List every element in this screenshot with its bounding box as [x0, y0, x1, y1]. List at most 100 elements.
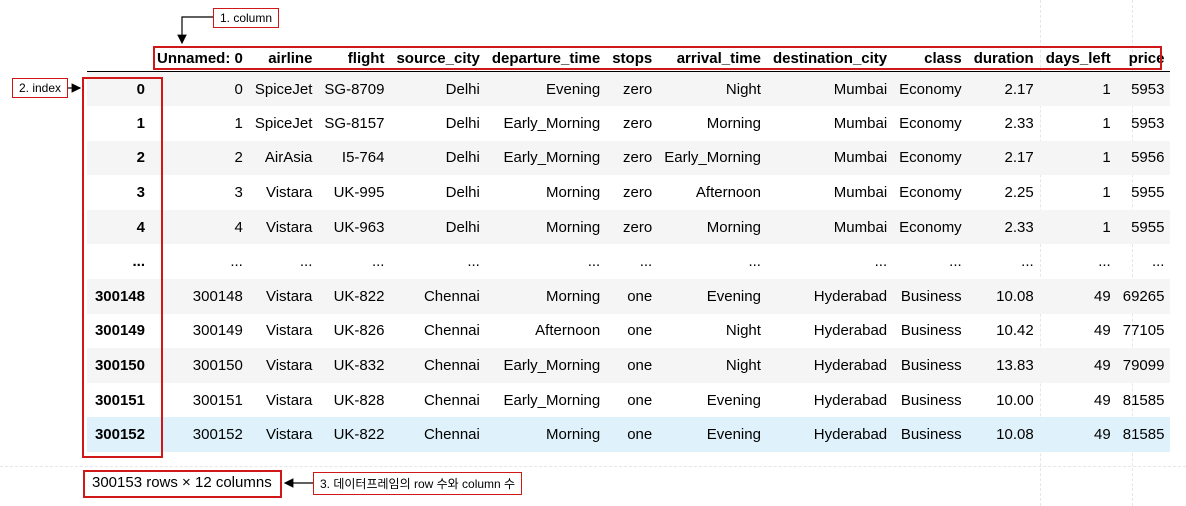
table-cell: Business	[900, 287, 962, 305]
table-cell: Chennai	[423, 287, 480, 305]
table-cell: AirAsia	[264, 149, 313, 167]
table-cell: 1	[1102, 149, 1111, 167]
table-cell: zero	[623, 184, 653, 202]
table-cell: Vistara	[265, 287, 313, 305]
table-cell: Chennai	[423, 391, 480, 409]
shape-annotation: 3. 데이터프레임의 row 수와 column 수	[313, 472, 523, 495]
table-cell: ...	[639, 253, 653, 271]
table-cell: Vistara	[265, 391, 313, 409]
table-cell: Economy	[899, 114, 962, 132]
table-cell: Morning	[546, 287, 601, 305]
table-cell: ...	[748, 253, 761, 271]
table-row: 3 3 Vistara UK-995 Delhi Morning zero Afternoon…	[87, 175, 1170, 210]
column-header: flight	[347, 49, 385, 67]
table-row: 300152 300152 Vistara UK-822 Chennai Morning o…	[87, 417, 1171, 453]
table-cell: 5953	[1131, 80, 1165, 98]
table-cell: UK-822	[333, 287, 385, 305]
table-cell: Evening	[706, 426, 761, 444]
table-cell: ...	[587, 253, 601, 271]
row-index: 3	[136, 184, 145, 202]
table-cell: 5956	[1131, 149, 1165, 167]
table-cell: 2.33	[1004, 114, 1034, 132]
table-cell: Afternoon	[695, 184, 761, 202]
table-cell: 81585	[1122, 426, 1165, 444]
table-cell: zero	[623, 218, 653, 236]
table-cell: Vistara	[265, 184, 313, 202]
table-cell: Afternoon	[535, 322, 601, 340]
table-cell: Early_Morning	[503, 149, 601, 167]
column-header: duration	[973, 49, 1034, 67]
table-cell: ...	[949, 253, 962, 271]
table-cell: Hyderabad	[813, 322, 888, 340]
table-cell: Delhi	[445, 114, 480, 132]
table-cell: Hyderabad	[813, 357, 888, 375]
table-cell: Mumbai	[833, 114, 888, 132]
table-cell: Morning	[546, 184, 601, 202]
table-cell: 1	[1102, 114, 1111, 132]
column-arrow	[177, 16, 213, 45]
table-cell: 49	[1094, 426, 1111, 444]
column-header: departure_time	[491, 49, 601, 67]
table-cell: Morning	[546, 426, 601, 444]
table-cell: 79099	[1122, 357, 1165, 375]
table-cell: Early_Morning	[503, 391, 601, 409]
table-cell: Economy	[899, 184, 962, 202]
table-cell: ...	[230, 253, 243, 271]
table-cell: 1	[1102, 184, 1111, 202]
table-cell: Economy	[899, 80, 962, 98]
table-cell: UK-963	[333, 218, 385, 236]
table-cell: UK-826	[333, 322, 385, 340]
row-index: 300149	[94, 322, 145, 340]
table-cell: one	[627, 426, 653, 444]
column-header: price	[1128, 49, 1165, 67]
table-cell: UK-995	[333, 184, 385, 202]
table-cell: ...	[299, 253, 313, 271]
table-cell: ...	[874, 253, 888, 271]
index-header	[87, 45, 151, 72]
shape-summary: 300153 rows × 12 columns	[92, 474, 272, 491]
table-cell: Delhi	[445, 218, 480, 236]
table-cell: Delhi	[445, 184, 480, 202]
table-cell: ...	[1151, 253, 1165, 271]
row-index: ...	[132, 253, 145, 271]
table-cell: one	[627, 322, 653, 340]
dataframe-table: Unnamed: 0 airline flight source_city de…	[87, 45, 1171, 453]
table-row: 300149 300149 Vistara UK-826 Chennai Afternoo…	[87, 314, 1170, 349]
table-cell: 2.25	[1004, 184, 1034, 202]
table-cell: Hyderabad	[813, 391, 888, 409]
table-cell: 4	[234, 218, 243, 236]
table-cell: Business	[900, 357, 962, 375]
table-cell: zero	[623, 149, 653, 167]
table-cell: 49	[1094, 357, 1111, 375]
table-cell: 10.08	[996, 426, 1034, 444]
table-cell: 49	[1094, 322, 1111, 340]
table-cell: Evening	[706, 391, 761, 409]
table-cell: 77105	[1122, 322, 1165, 340]
table-cell: ...	[1021, 253, 1034, 271]
table-cell: Mumbai	[833, 149, 888, 167]
table-cell: Delhi	[445, 149, 480, 167]
table-cell: UK-822	[333, 426, 385, 444]
table-row: 0 0 SpiceJet SG-8709 Delhi Evening zero Night Mu…	[87, 71, 1171, 107]
table-cell: Early_Morning	[503, 114, 601, 132]
column-header: destination_city	[772, 49, 888, 67]
table-cell: 2.17	[1004, 149, 1034, 167]
table-cell: Economy	[899, 218, 962, 236]
table-cell: 69265	[1122, 287, 1165, 305]
table-cell: 2.17	[1004, 80, 1034, 98]
table-row: 1 1 SpiceJet SG-8157 Delhi Early_Morning zero M…	[87, 106, 1170, 141]
table-cell: Business	[900, 322, 962, 340]
table-cell: UK-828	[333, 391, 385, 409]
table-cell: 49	[1094, 391, 1111, 409]
table-cell: Economy	[899, 149, 962, 167]
table-cell: 2.33	[1004, 218, 1034, 236]
row-index: 300152	[94, 426, 145, 444]
column-header: Unnamed: 0	[157, 49, 243, 67]
row-index: 4	[136, 218, 145, 236]
table-cell: Evening	[546, 80, 601, 98]
table-cell: 1	[1102, 218, 1111, 236]
table-row: 300151 300151 Vistara UK-828 Chennai Early_Mo…	[87, 383, 1170, 418]
table-cell: Early_Morning	[503, 357, 601, 375]
table-cell: Morning	[706, 218, 761, 236]
table-row: 300148 300148 Vistara UK-822 Chennai Morning o…	[87, 279, 1171, 314]
